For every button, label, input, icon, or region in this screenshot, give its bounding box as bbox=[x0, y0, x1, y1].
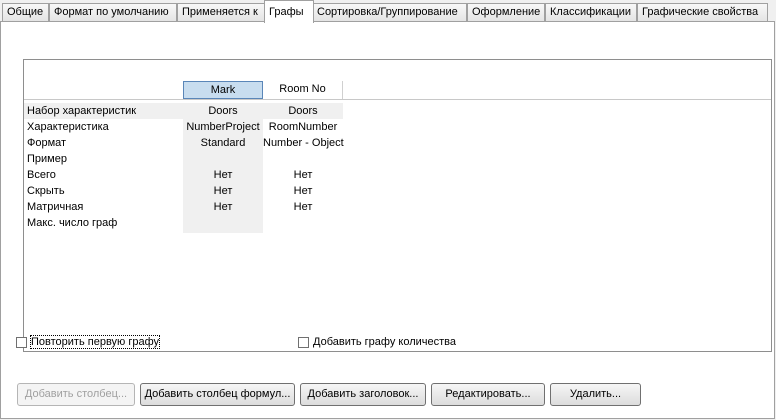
column-header-room-no[interactable]: Room No bbox=[263, 81, 343, 99]
cell-roomno-format[interactable]: Number - Object bbox=[263, 135, 344, 151]
row-label-format: Формат bbox=[27, 137, 67, 149]
cell-roomno-max-columns[interactable] bbox=[263, 215, 343, 231]
add-header-button[interactable]: Добавить заголовок... bbox=[300, 383, 426, 406]
tab-classifications[interactable]: Классификации bbox=[545, 3, 637, 21]
tab-columns[interactable]: Графы bbox=[264, 0, 314, 23]
cell-mark-example[interactable] bbox=[183, 151, 263, 167]
checkbox-box[interactable] bbox=[16, 336, 27, 348]
add-quantity-column-label: Добавить графу количества bbox=[313, 336, 456, 348]
cell-roomno-hide[interactable]: Нет bbox=[263, 183, 343, 199]
add-formula-column-button[interactable]: Добавить столбец формул... bbox=[140, 383, 295, 406]
cell-mark-max-columns[interactable] bbox=[183, 215, 263, 231]
columns-tab-panel: Mark Room No Набор характеристик Характе… bbox=[0, 21, 775, 419]
header-divider bbox=[24, 99, 771, 100]
repeat-first-column-label: Повторить первую графу bbox=[29, 335, 161, 349]
row-label-property: Характеристика bbox=[27, 121, 109, 133]
repeat-first-column-checkbox[interactable]: Повторить первую графу bbox=[16, 335, 161, 349]
column-header-mark[interactable]: Mark bbox=[183, 81, 263, 99]
tab-appearance[interactable]: Оформление bbox=[467, 3, 545, 21]
row-label-total: Всего bbox=[27, 169, 56, 181]
cell-roomno-example[interactable] bbox=[263, 151, 343, 167]
tab-default-format[interactable]: Формат по умолчанию bbox=[49, 3, 177, 21]
add-quantity-column-checkbox[interactable]: Добавить графу количества bbox=[298, 335, 456, 349]
row-label-hide: Скрыть bbox=[27, 185, 65, 197]
tab-general[interactable]: Общие bbox=[2, 3, 49, 21]
tab-sorting-grouping[interactable]: Сортировка/Группирование bbox=[312, 3, 467, 21]
row-label-property-set: Набор характеристик bbox=[27, 105, 137, 117]
cell-roomno-matrix[interactable]: Нет bbox=[263, 199, 343, 215]
cell-roomno-property-set[interactable]: Doors bbox=[263, 103, 343, 119]
cell-mark-matrix[interactable]: Нет bbox=[183, 199, 263, 215]
cell-roomno-total[interactable]: Нет bbox=[263, 167, 343, 183]
row-label-matrix: Матричная bbox=[27, 201, 84, 213]
cell-mark-format[interactable]: Standard bbox=[183, 135, 263, 151]
checkbox-box[interactable] bbox=[298, 336, 309, 348]
tab-bar: Общие Формат по умолчанию Применяется к … bbox=[0, 0, 776, 23]
tab-graphic-properties[interactable]: Графические свойства bbox=[637, 3, 768, 21]
add-column-button[interactable]: Добавить столбец... bbox=[17, 383, 135, 406]
row-label-max-columns: Макс. число граф bbox=[27, 217, 118, 229]
edit-button[interactable]: Редактировать... bbox=[431, 383, 545, 406]
cell-mark-property[interactable]: NumberProject bbox=[183, 119, 263, 135]
row-label-example: Пример bbox=[27, 153, 67, 165]
cell-roomno-property[interactable]: RoomNumber bbox=[263, 119, 343, 135]
cell-mark-total[interactable]: Нет bbox=[183, 167, 263, 183]
tab-applies-to[interactable]: Применяется к bbox=[177, 3, 266, 21]
cell-mark-hide[interactable]: Нет bbox=[183, 183, 263, 199]
delete-button[interactable]: Удалить... bbox=[550, 383, 641, 406]
columns-grid[interactable]: Mark Room No Набор характеристик Характе… bbox=[23, 59, 772, 352]
cell-mark-property-set[interactable]: Doors bbox=[183, 103, 263, 119]
